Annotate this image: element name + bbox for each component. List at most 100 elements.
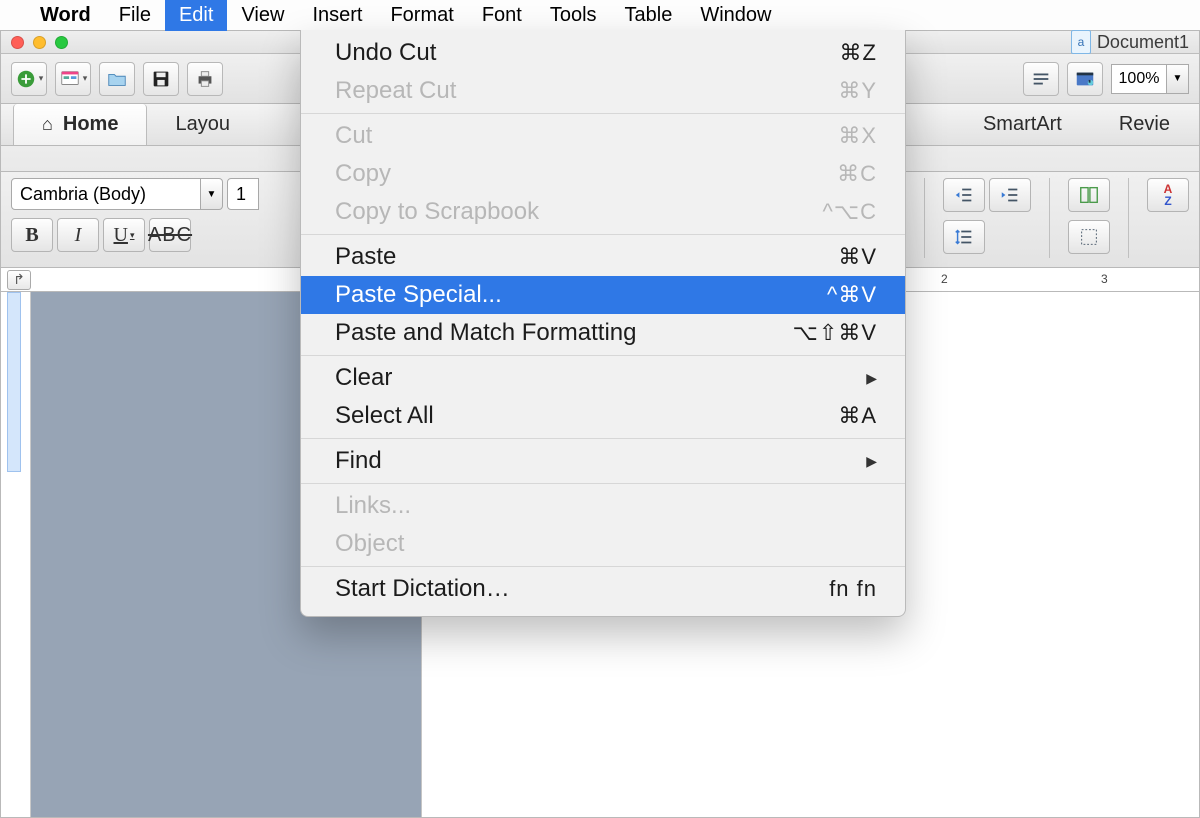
ribbon-tab-label: Home (63, 113, 119, 136)
columns-button[interactable] (1068, 178, 1110, 212)
ribbon-tab-label: SmartArt (983, 113, 1062, 136)
menu-separator (301, 438, 905, 439)
menubar-item-insert[interactable]: Insert (298, 0, 376, 31)
vertical-ruler[interactable] (1, 292, 31, 817)
sort-button[interactable]: A Z (1147, 178, 1189, 212)
edit-menu-item-paste-and-match-formatting[interactable]: Paste and Match Formatting⌥⇧⌘V (301, 314, 905, 352)
menubar-app-name[interactable]: Word (26, 0, 105, 31)
bold-button[interactable]: B (11, 218, 53, 252)
menubar-item-window[interactable]: Window (686, 0, 785, 31)
window-traffic-lights (11, 36, 68, 49)
italic-button[interactable]: I (57, 218, 99, 252)
menubar-item-view[interactable]: View (227, 0, 298, 31)
window-close-button[interactable] (11, 36, 24, 49)
media-browser-button[interactable] (1067, 62, 1103, 96)
tab-selector-button[interactable]: ↱ (7, 270, 31, 290)
menu-item-shortcut: ⌘V (838, 244, 877, 270)
menu-item-shortcut: ^⌥C (822, 199, 877, 225)
templates-button[interactable] (55, 62, 91, 96)
ribbon-tab-smartart[interactable]: SmartArt (955, 104, 1091, 145)
open-button[interactable] (99, 62, 135, 96)
menu-item-shortcut: ⌘A (838, 403, 877, 429)
menu-item-shortcut: ⌘Z (840, 40, 877, 66)
menu-item-label: Copy (335, 160, 391, 188)
menu-separator (301, 566, 905, 567)
edit-menu-item-paste[interactable]: Paste ⌘V (301, 238, 905, 276)
menu-separator (301, 355, 905, 356)
window-minimize-button[interactable] (33, 36, 46, 49)
ribbon-tab-home[interactable]: ⌂ Home (13, 104, 147, 145)
print-button[interactable] (187, 62, 223, 96)
edit-menu-item-repeat-cut: Repeat Cut⌘Y (301, 72, 905, 110)
zoom-control[interactable]: ▼ (1111, 64, 1189, 94)
borders-icon (1078, 226, 1100, 248)
menu-item-label: Find (335, 447, 382, 475)
menu-separator (301, 113, 905, 114)
edit-menu-item-copy-to-scrapbook: Copy to Scrapbook ^⌥C (301, 193, 905, 231)
menubar-item-table[interactable]: Table (611, 0, 687, 31)
ribbon-tab-layout[interactable]: Layou (147, 104, 259, 145)
document-title-area: a Document1 (1071, 30, 1189, 54)
font-name-combo[interactable]: ▼ (11, 178, 223, 210)
ribbon-tab-review[interactable]: Revie (1091, 104, 1199, 145)
show-hide-button[interactable] (1023, 62, 1059, 96)
font-name-input[interactable] (11, 178, 201, 210)
ruler-mark: 2 (941, 272, 948, 286)
mac-menubar: Word File Edit View Insert Format Font T… (0, 0, 1200, 30)
menu-item-shortcut: ^⌘V (827, 282, 877, 308)
menu-item-label: Object (335, 530, 404, 558)
media-icon (1074, 68, 1096, 90)
ribbon-separator (1128, 178, 1129, 258)
templates-icon (59, 68, 81, 90)
edit-menu-item-select-all[interactable]: Select All⌘A (301, 397, 905, 435)
home-icon: ⌂ (42, 114, 53, 135)
menubar-item-format[interactable]: Format (376, 0, 467, 31)
edit-menu-item-clear[interactable]: Clear▶ (301, 359, 905, 397)
menubar-item-edit[interactable]: Edit (165, 0, 227, 31)
borders-button[interactable] (1068, 220, 1110, 254)
sort-az-icon-2: Z (1164, 195, 1171, 207)
edit-menu-item-undo-cut[interactable]: Undo Cut ⌘Z (301, 34, 905, 72)
menu-item-label: Copy to Scrapbook (335, 198, 539, 226)
menu-item-label: Undo Cut (335, 39, 436, 67)
strikethrough-button[interactable]: ABC (149, 218, 191, 252)
menubar-item-file[interactable]: File (105, 0, 165, 31)
menu-item-shortcut: ⌘Y (838, 78, 877, 104)
ribbon-separator (924, 178, 925, 258)
zoom-dropdown-arrow[interactable]: ▼ (1167, 64, 1189, 94)
edit-menu-item-find[interactable]: Find▶ (301, 442, 905, 480)
menu-item-label: Paste (335, 243, 396, 271)
menu-item-shortcut: ⌘C (837, 161, 877, 187)
edit-menu-dropdown: Undo Cut⌘ZRepeat Cut⌘YCut⌘XCopy⌘CCopy to… (300, 30, 906, 617)
decrease-indent-icon (953, 184, 975, 206)
vertical-ruler-margin (7, 292, 21, 472)
menu-separator (301, 483, 905, 484)
font-size-input[interactable] (227, 178, 259, 210)
underline-button[interactable]: U (103, 218, 145, 252)
zoom-input[interactable] (1111, 64, 1167, 94)
line-spacing-icon (953, 226, 975, 248)
line-spacing-button[interactable] (943, 220, 985, 254)
edit-menu-item-links: Links... (301, 487, 905, 525)
ribbon-separator (1049, 178, 1050, 258)
document-title: Document1 (1097, 32, 1189, 53)
paragraph-marks-icon (1030, 68, 1052, 90)
edit-menu-item-object: Object (301, 525, 905, 563)
edit-menu-item-start-dictation[interactable]: Start Dictation…fn fn (301, 570, 905, 608)
menu-item-label: Links... (335, 492, 411, 520)
menubar-item-font[interactable]: Font (468, 0, 536, 31)
printer-icon (194, 68, 216, 90)
window-maximize-button[interactable] (55, 36, 68, 49)
save-button[interactable] (143, 62, 179, 96)
font-size-combo[interactable] (227, 178, 259, 210)
decrease-indent-button[interactable] (943, 178, 985, 212)
ruler-mark: 3 (1101, 272, 1108, 286)
new-document-button[interactable] (11, 62, 47, 96)
strike-label: ABC (148, 224, 192, 247)
menubar-item-tools[interactable]: Tools (536, 0, 611, 31)
columns-icon (1078, 184, 1100, 206)
font-name-dropdown-arrow[interactable]: ▼ (201, 178, 223, 210)
edit-menu-item-paste-special[interactable]: Paste Special...^⌘V (301, 276, 905, 314)
increase-indent-button[interactable] (989, 178, 1031, 212)
ribbon-tab-label: Layou (175, 113, 230, 136)
